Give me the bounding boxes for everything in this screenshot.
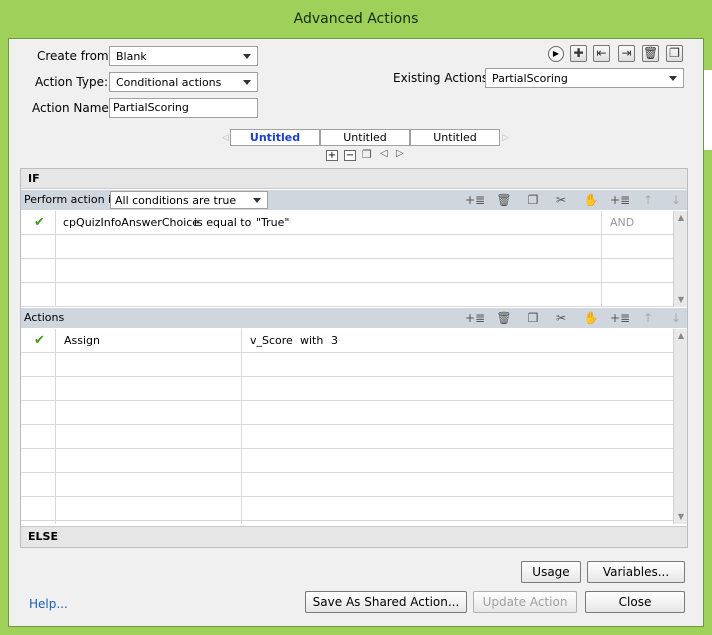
action-row-empty[interactable] bbox=[21, 377, 673, 401]
action-type-value: Conditional actions bbox=[116, 76, 222, 89]
tabs-left-arrow-icon: ◁ bbox=[222, 133, 229, 143]
condition-row-empty[interactable] bbox=[21, 259, 673, 283]
action-type-dropdown[interactable]: Conditional actions bbox=[109, 72, 258, 92]
save-shared-action-button[interactable]: Save As Shared Action... bbox=[305, 591, 467, 613]
paste-row-icon[interactable]: ✋ bbox=[582, 192, 600, 208]
tab-untitled-2[interactable]: Untitled bbox=[320, 129, 410, 146]
existing-actions-value: PartialScoring bbox=[492, 72, 568, 85]
help-link[interactable]: Help... bbox=[29, 597, 68, 611]
delete-row-icon[interactable]: 🗑 bbox=[495, 310, 513, 326]
chevron-down-icon bbox=[253, 198, 261, 203]
if-header: IF bbox=[28, 172, 40, 185]
insert-above-icon[interactable]: +≣ bbox=[610, 192, 630, 208]
action-row-empty[interactable] bbox=[21, 497, 673, 521]
tab-untitled-3[interactable]: Untitled bbox=[410, 129, 500, 146]
move-left-icon[interactable]: ◁ bbox=[380, 148, 388, 159]
scroll-up-icon[interactable]: ▲ bbox=[674, 213, 688, 222]
action-row-empty[interactable] bbox=[21, 401, 673, 425]
condition-variable[interactable]: cpQuizInfoAnswerChoice bbox=[63, 216, 199, 229]
chevron-down-icon bbox=[243, 80, 251, 85]
background-window-edge bbox=[704, 70, 712, 150]
create-from-value: Blank bbox=[116, 50, 147, 63]
condition-row-empty[interactable] bbox=[21, 235, 673, 259]
column-divider bbox=[55, 329, 56, 524]
else-header[interactable]: ELSE bbox=[28, 530, 58, 543]
column-divider bbox=[241, 329, 242, 524]
delete-row-icon[interactable]: 🗑 bbox=[495, 192, 513, 208]
paste-row-icon[interactable]: ✋ bbox=[582, 310, 600, 326]
condition-mode-dropdown[interactable]: All conditions are true bbox=[110, 191, 268, 209]
scroll-down-icon[interactable]: ▼ bbox=[674, 512, 688, 521]
action-name-label: Action Name: bbox=[32, 101, 113, 115]
column-divider bbox=[601, 211, 602, 307]
action-target[interactable]: v_Score bbox=[250, 334, 293, 347]
action-command[interactable]: Assign bbox=[64, 334, 100, 347]
insert-above-icon[interactable]: +≣ bbox=[610, 310, 630, 326]
action-value[interactable]: 3 bbox=[331, 334, 338, 347]
move-up-icon[interactable]: ↑ bbox=[639, 192, 657, 208]
chevron-down-icon bbox=[243, 54, 251, 59]
condition-logic[interactable]: AND bbox=[610, 216, 634, 229]
condition-value[interactable]: "True" bbox=[256, 216, 289, 229]
copy-row-icon[interactable]: ❐ bbox=[524, 310, 542, 326]
insert-row-icon[interactable]: +≣ bbox=[465, 192, 485, 208]
export-icon[interactable]: ⇥ bbox=[618, 45, 635, 62]
actions-scrollbar[interactable]: ▲ ▼ bbox=[673, 329, 687, 524]
condition-operator[interactable]: is equal to bbox=[194, 216, 251, 229]
action-row[interactable]: ✔ Assign v_Score with 3 bbox=[21, 329, 673, 353]
action-row-empty[interactable] bbox=[21, 449, 673, 473]
condition-mode-value: All conditions are true bbox=[115, 194, 237, 207]
column-divider bbox=[55, 211, 56, 307]
check-icon: ✔ bbox=[34, 215, 45, 230]
variables-button[interactable]: Variables... bbox=[587, 561, 685, 583]
action-row-empty[interactable] bbox=[21, 353, 673, 377]
check-icon: ✔ bbox=[34, 333, 45, 348]
remove-decision-icon[interactable]: − bbox=[344, 150, 356, 161]
actions-header: Actions bbox=[24, 311, 65, 324]
move-down-icon[interactable]: ↓ bbox=[667, 310, 685, 326]
tabs-right-arrow-icon: ▷ bbox=[502, 133, 509, 143]
move-up-icon[interactable]: ↑ bbox=[639, 310, 657, 326]
copy-row-icon[interactable]: ❐ bbox=[524, 192, 542, 208]
action-name-field[interactable] bbox=[109, 98, 258, 118]
conditions-grid: ✔ cpQuizInfoAnswerChoice is equal to "Tr… bbox=[21, 211, 673, 307]
existing-actions-dropdown[interactable]: PartialScoring bbox=[485, 68, 684, 88]
else-header-bar[interactable] bbox=[21, 526, 687, 547]
create-from-label: Create from: bbox=[37, 49, 113, 63]
if-header-bar bbox=[21, 169, 687, 189]
condition-row[interactable]: ✔ cpQuizInfoAnswerChoice is equal to "Tr… bbox=[21, 211, 673, 235]
add-action-icon[interactable]: ✚ bbox=[570, 45, 587, 62]
create-from-dropdown[interactable]: Blank bbox=[109, 46, 258, 66]
action-row-empty[interactable] bbox=[21, 473, 673, 497]
perform-action-label: Perform action if: bbox=[24, 193, 119, 206]
chevron-down-icon bbox=[669, 76, 677, 81]
cut-row-icon[interactable]: ✂ bbox=[552, 192, 570, 208]
cut-row-icon[interactable]: ✂ bbox=[552, 310, 570, 326]
add-decision-icon[interactable]: + bbox=[326, 150, 338, 161]
move-down-icon[interactable]: ↓ bbox=[667, 192, 685, 208]
insert-row-icon[interactable]: +≣ bbox=[465, 310, 485, 326]
existing-actions-label: Existing Actions: bbox=[393, 71, 493, 85]
usage-button[interactable]: Usage bbox=[521, 561, 581, 583]
move-right-icon[interactable]: ▷ bbox=[396, 148, 404, 159]
actions-grid: ✔ Assign v_Score with 3 bbox=[21, 329, 673, 524]
scroll-up-icon[interactable]: ▲ bbox=[674, 331, 688, 340]
scroll-down-icon[interactable]: ▼ bbox=[674, 295, 688, 304]
close-button[interactable]: Close bbox=[585, 591, 685, 613]
action-row-empty[interactable] bbox=[21, 425, 673, 449]
trash-icon[interactable]: 🗑 bbox=[642, 45, 659, 62]
window-title: Advanced Actions bbox=[293, 11, 419, 27]
action-with[interactable]: with bbox=[300, 334, 323, 347]
tab-untitled-1[interactable]: Untitled bbox=[230, 129, 320, 146]
action-name-input[interactable] bbox=[110, 99, 256, 116]
duplicate-icon[interactable]: ❐ bbox=[666, 45, 683, 62]
copy-decision-icon[interactable]: ❐ bbox=[362, 148, 372, 161]
import-icon[interactable]: ⇤ bbox=[593, 45, 610, 62]
condition-row-empty[interactable] bbox=[21, 283, 673, 307]
action-type-label: Action Type: bbox=[35, 75, 109, 89]
conditions-scrollbar[interactable]: ▲ ▼ bbox=[673, 211, 687, 307]
update-action-button[interactable]: Update Action bbox=[473, 591, 577, 613]
preview-icon[interactable]: ▶ bbox=[548, 46, 564, 62]
